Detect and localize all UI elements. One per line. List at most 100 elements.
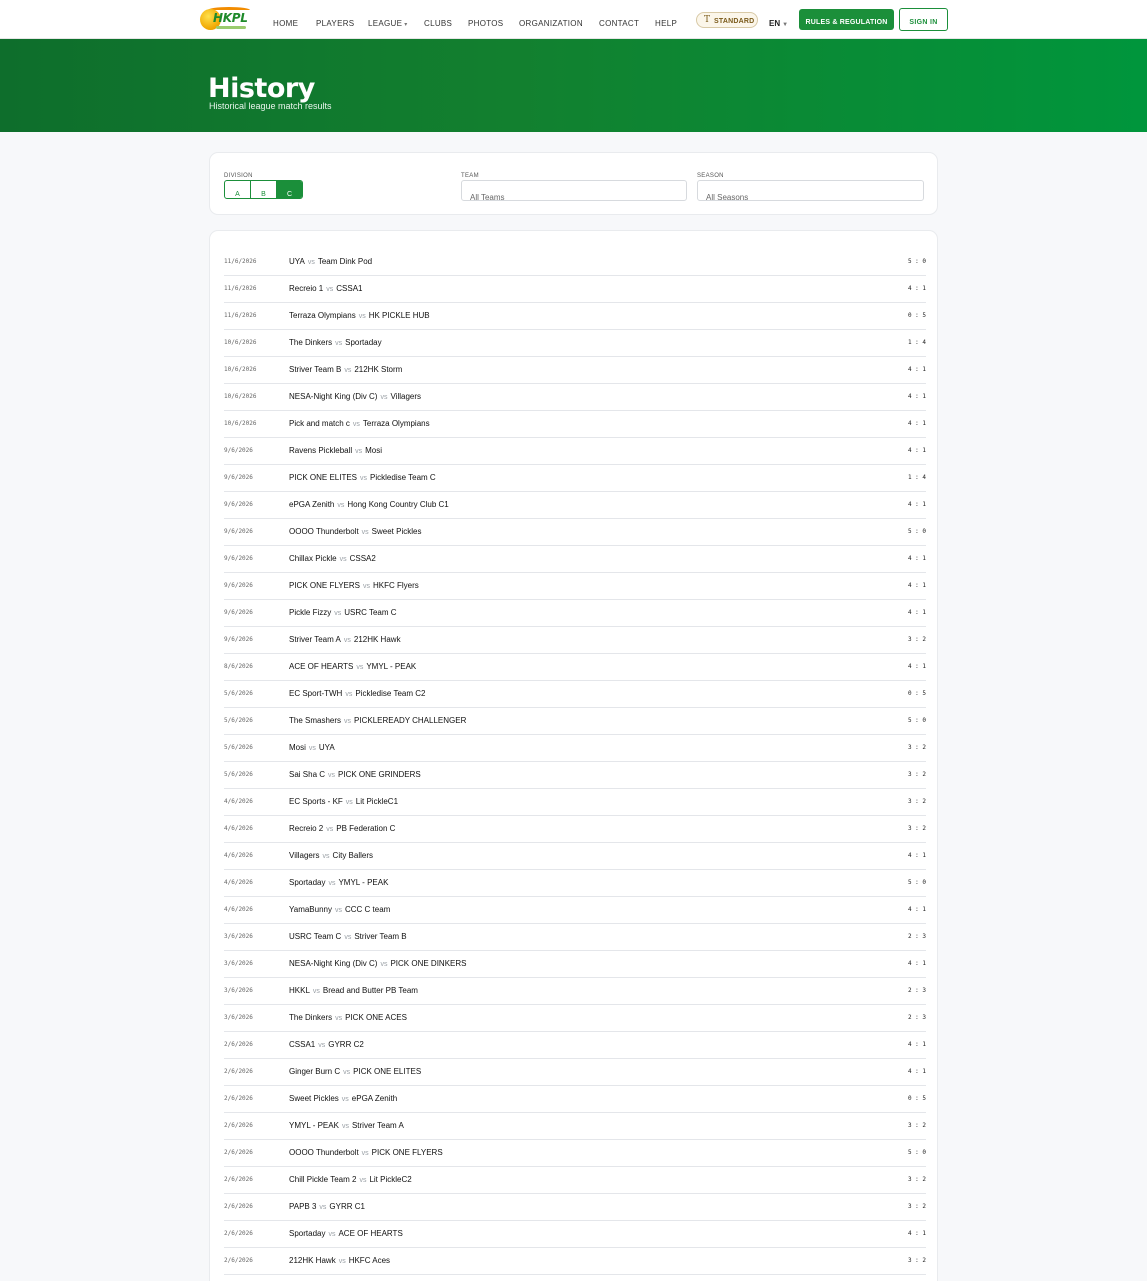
away-team: ePGA Zenith [351,1094,398,1103]
nav-link-players[interactable]: PLAYERS [316,19,354,28]
table-row[interactable]: 2/6/2026 212HK Hawk vs HKFC Aces 3 : 2 [224,1248,926,1275]
table-row[interactable]: 11/6/2026 Terraza Olympians vs HK PICKLE HU… [224,303,926,330]
table-row[interactable]: 5/6/2026 Sai Sha Cvs PICK ONE GRINDERS 3 : … [224,762,926,789]
away-team: PICK ONE DINKERS [390,959,467,968]
match-date: 2/6/2026 [224,1176,253,1183]
table-row[interactable]: 3/6/2026 HKKL vs Bread and Butter PB Team 2 … [224,978,926,1005]
table-row[interactable]: 9/6/2026 PICK ONE FLYERS vs HKFC Flyers 4 : … [224,573,926,600]
table-row[interactable]: 4/6/2026 YamaBunny vs CCC C team 4 : 1 [224,897,926,924]
away-team: Hong Kong Country Club C1 [347,500,449,509]
table-row[interactable]: 8/6/2026 ACE OF HEARTS vs YMYL - PEAK 4 : 1 [224,654,926,681]
table-row[interactable]: 3/6/2026 NESA-Night King (Div C) vs PICK ON… [224,951,926,978]
table-row[interactable]: 10/6/2026 Pick and match c vs Terraza Olymp… [224,411,926,438]
match-date: 9/6/2026 [224,609,253,616]
division-label: DIVISION [224,173,253,179]
away-team: Pickledise Team C2 [355,689,426,698]
match-teams: CSSA1 vs GYRR C2 [289,1040,364,1049]
table-row[interactable]: 11/6/2026 Recreio 1 vs CSSA1 4 : 1 [224,276,926,303]
table-row[interactable]: 9/6/2026 Pickle Fizzy vs USRC Team C 4 : 1 [224,600,926,627]
match-teams: Sai Sha Cvs PICK ONE GRINDERS [289,770,421,779]
table-row[interactable]: 2/6/2026 Sportaday vs ACE OF HEARTS 4 : 1 [224,1221,926,1248]
division-option-a[interactable]: A [225,181,251,198]
division-option-b[interactable]: B [251,181,277,198]
nav-link-label: HOME [273,19,299,28]
table-row[interactable]: 9/6/2026 ePGA Zenith vs Hong Kong Country C… [224,492,926,519]
table-row[interactable]: 10/6/2026 Striver Team Bvs 212HK Storm 4 : … [224,357,926,384]
match-score: 3 : 2 [907,744,926,751]
page-hero: History Historical league match results [0,39,1147,132]
table-row[interactable]: 5/6/2026 The Smashers vs PICKLEREADY CHALLE… [224,708,926,735]
away-team: PICK ONE ELITES [353,1067,422,1076]
match-score: 3 : 2 [907,825,926,832]
nav-link-contact[interactable]: CONTACT [599,19,639,28]
home-team: OOOO Thunderbolt [289,1148,359,1157]
away-team: HKFC Flyers [372,581,419,590]
table-row[interactable]: 4/6/2026 EC Sports - KF vs Lit PickleC1 3 : … [224,789,926,816]
table-row[interactable]: 2/6/2026 Ginger Burn Cvs PICK ONE ELITES 4 … [224,1059,926,1086]
match-teams: ACE OF HEARTS vs YMYL - PEAK [289,662,416,671]
match-score: 0 : 5 [907,312,926,319]
language-selector[interactable]: EN ▼ [769,19,788,28]
vs-separator: vs [352,421,360,428]
table-row[interactable]: 9/6/2026 Chillax Pickle vs CSSA2 4 : 1 [224,546,926,573]
table-row[interactable]: 2/6/2026 Sweet Pickles vs ePGA Zenith 0 : 5 [224,1086,926,1113]
nav-link-clubs[interactable]: CLUBS [424,19,452,28]
match-teams: Terraza Olympians vs HK PICKLE HUB [289,311,430,320]
match-teams: Chill Pickle Team 2 vs Lit PickleC2 [289,1175,412,1184]
match-date: 9/6/2026 [224,636,253,643]
table-row[interactable]: 5/6/2026 EC Sport-TWH vs Pickledise Team C2… [224,681,926,708]
table-row[interactable]: 9/6/2026 OOOO Thunderbolt vs Sweet Pickles 5… [224,519,926,546]
table-row[interactable]: 4/6/2026 Villagers vs City Ballers 4 : 1 [224,843,926,870]
table-row[interactable]: 9/6/2026 Ravens Pickleball vs Mosi 4 : 1 [224,438,926,465]
home-team: PAPB 3 [289,1202,317,1211]
vs-separator: vs [308,745,316,752]
division-toggle-group: ABC [224,180,303,199]
vs-separator: vs [344,934,352,941]
away-team: CSSA1 [336,284,363,293]
vs-separator: vs [328,1231,336,1238]
table-row[interactable]: 2/6/2026 Chill Pickle Team 2 vs Lit PickleC… [224,1167,926,1194]
table-row[interactable]: 2/6/2026 YMYL - PEAK vs Striver Team A 3 : 2 [224,1113,926,1140]
table-row[interactable]: 11/6/2026 UYA vs Team Dink Pod 5 : 0 [224,249,926,276]
match-date: 4/6/2026 [224,798,253,805]
team-select[interactable]: All Teams [461,180,687,201]
home-team: EC Sports - KF [289,797,343,806]
nav-link-league[interactable]: LEAGUE ▾ [368,19,408,28]
table-row[interactable]: 5/6/2026 Mosi vs UYA 3 : 2 [224,735,926,762]
table-row[interactable]: 4/6/2026 Sportaday vs YMYL - PEAK 5 : 0 [224,870,926,897]
table-row[interactable]: 9/6/2026 Striver Team Avs 212HK Hawk 3 : 2 [224,627,926,654]
hkpl-logo[interactable]: HKPL [200,7,250,32]
table-row[interactable]: 10/6/2026 NESA-Night King (Div C) vs Villag… [224,384,926,411]
season-select[interactable]: All Seasons [697,180,924,201]
vs-separator: vs [319,1204,327,1211]
match-teams: Villagers vs City Ballers [289,851,373,860]
season-select-value: All Seasons [706,193,749,201]
match-date: 4/6/2026 [224,879,253,886]
match-score: 4 : 1 [907,1068,926,1075]
table-row[interactable]: 2/6/2026 OOOO Thunderbolt vs PICK ONE FLYER… [224,1140,926,1167]
match-score: 2 : 3 [907,933,926,940]
table-row[interactable]: 2/6/2026 PAPB 3 vs GYRR C1 3 : 2 [224,1194,926,1221]
table-row[interactable]: 9/6/2026 PICK ONE ELITES vs Pickledise Team… [224,465,926,492]
division-option-c[interactable]: C [277,181,302,198]
table-row[interactable]: 3/6/2026 The Dinkers vs PICK ONE ACES 2 : 3 [224,1005,926,1032]
chevron-down-icon: ▼ [782,22,789,28]
vs-separator: vs [326,826,334,833]
rules-regulation-button[interactable]: RULES & REGULATION [799,9,894,30]
top-navbar: HKPL HOME PLAYERS LEAGUE ▾ CLUBS PHOTOS ORGANI… [0,0,1147,39]
nav-link-home[interactable]: HOME [273,19,298,28]
sign-in-button[interactable]: SIGN IN [899,8,948,31]
table-row[interactable]: 2/6/2026 CSSA1 vs GYRR C2 4 : 1 [224,1032,926,1059]
table-row[interactable]: 10/6/2026 The Dinkers vs Sportaday 1 : 4 [224,330,926,357]
nav-link-help[interactable]: HELP [655,19,677,28]
home-team: PICK ONE ELITES [289,473,358,482]
standard-badge[interactable]: T STANDARD [696,12,758,28]
nav-link-organization[interactable]: ORGANIZATION [519,19,583,28]
match-date: 3/6/2026 [224,960,253,967]
match-score: 4 : 1 [907,663,926,670]
nav-link-photos[interactable]: PHOTOS [468,19,503,28]
home-team: Chillax Pickle [289,554,337,563]
table-row[interactable]: 3/6/2026 USRC Team Cvs Striver Team B 2 : 3 [224,924,926,951]
home-team: Pickle Fizzy [289,608,332,617]
table-row[interactable]: 4/6/2026 Recreio 2 vs PB Federation C 3 : 2 [224,816,926,843]
